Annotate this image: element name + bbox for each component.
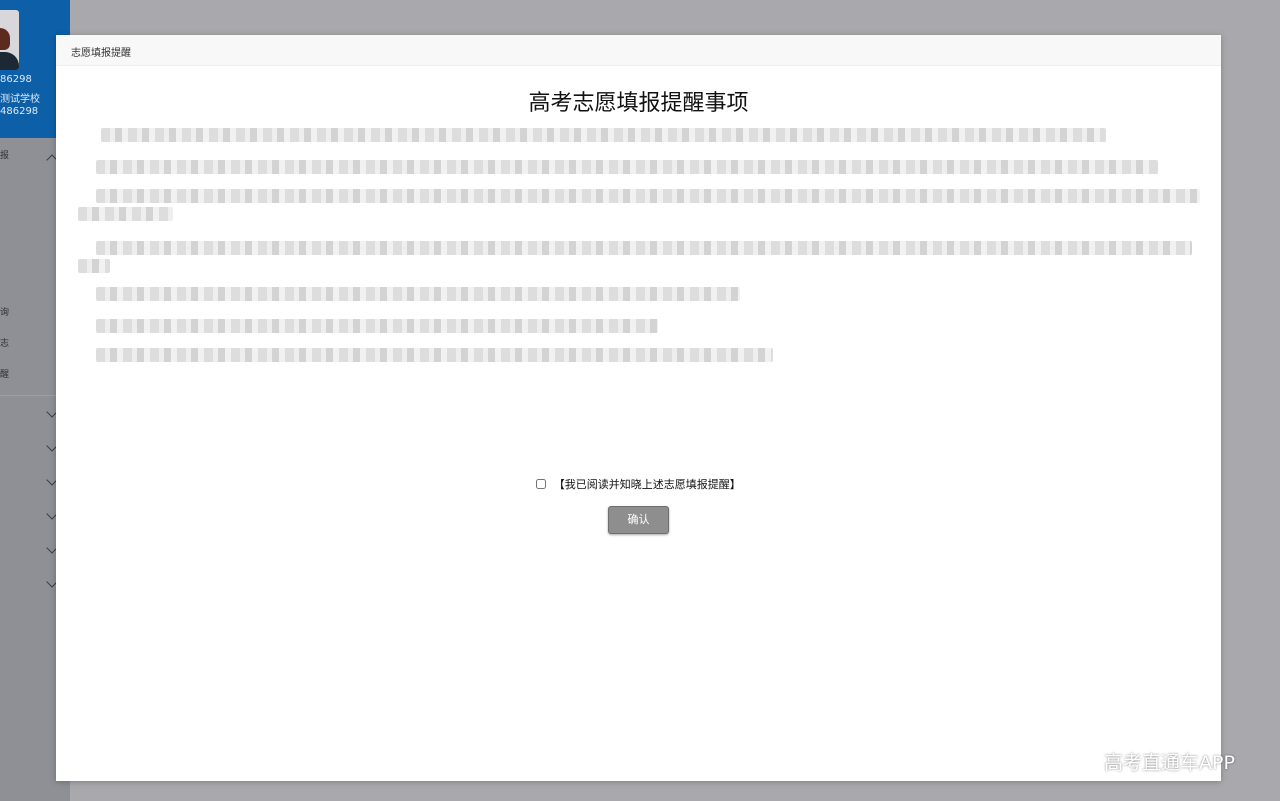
avatar: [0, 10, 19, 70]
sidebar-item-label[interactable]: 醒: [0, 367, 9, 380]
dialog-header: 志愿填报提醒: [56, 35, 1221, 66]
dialog-header-title: 志愿填报提醒: [71, 48, 131, 59]
page-title: 高考志愿填报提醒事项: [528, 91, 749, 116]
watermark: 高考直通车APP: [1104, 752, 1235, 774]
profile-id: 86298: [0, 74, 32, 85]
agree-checkbox[interactable]: [536, 479, 547, 489]
confirm-button[interactable]: 确认: [608, 506, 669, 534]
agree-row: 【我已阅读并知晓上述志愿填报提醒】: [56, 476, 1221, 492]
profile-account[interactable]: 486298: [0, 106, 38, 117]
agree-label[interactable]: 【我已阅读并知晓上述志愿填报提醒】: [554, 478, 741, 491]
profile-school: 测试学校: [0, 94, 40, 105]
sidebar-item-label[interactable]: 询: [0, 305, 9, 318]
sidebar-item-label[interactable]: 报: [0, 148, 9, 161]
sidebar-item-label[interactable]: 志: [0, 336, 9, 349]
reminder-dialog: 志愿填报提醒 高考志愿填报提醒事项 【我已阅读并知晓上述志愿填报提醒】 确认: [56, 35, 1221, 781]
